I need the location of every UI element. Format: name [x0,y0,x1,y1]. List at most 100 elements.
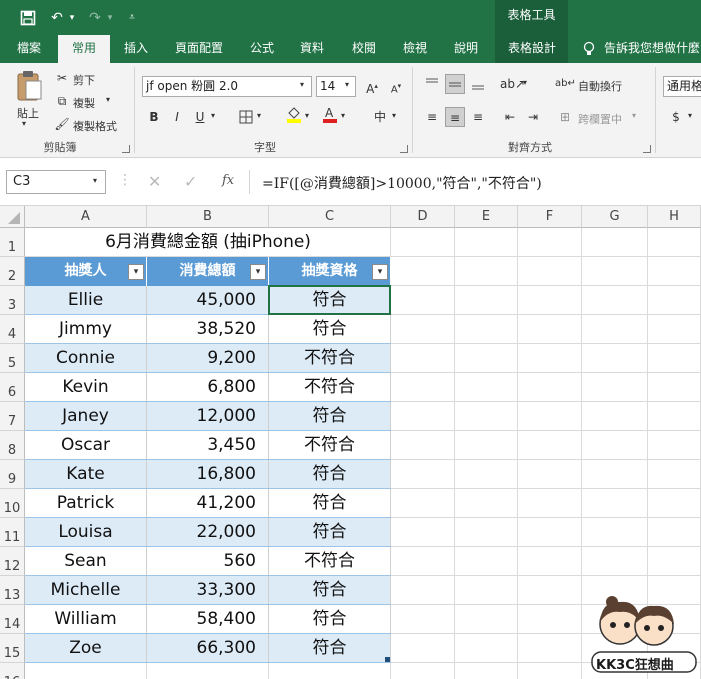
underline-button[interactable]: U [190,107,210,127]
row-header[interactable]: 15 [0,634,25,663]
table-cell-status[interactable]: 符合 [269,402,391,430]
tab-insert[interactable]: 插入 [116,35,156,63]
orientation-dropdown-icon[interactable]: ▾ [523,78,527,87]
table-cell-status[interactable]: 符合 [269,315,391,343]
merge-center-icon[interactable]: ⊞ [555,107,575,127]
tab-help[interactable]: 說明 [446,35,486,63]
row-header[interactable]: 5 [0,344,25,373]
tab-formulas[interactable]: 公式 [242,35,282,63]
redo-icon[interactable]: ↷ [86,8,104,28]
table-cell-name[interactable]: Oscar [25,431,147,459]
increase-indent-icon[interactable]: ⇥ [523,107,543,127]
tell-me-search[interactable]: 告訴我您想做什麼 [604,35,701,63]
table-cell-name[interactable]: Zoe [25,634,147,662]
borders-icon[interactable] [236,107,256,127]
column-header[interactable]: G [582,206,648,228]
row-header[interactable]: 1 [0,228,25,257]
table-cell-amount[interactable]: 12,000 [147,402,269,430]
table-cell-status[interactable]: 符合 [269,576,391,604]
row-header[interactable]: 7 [0,402,25,431]
underline-dropdown-icon[interactable]: ▾ [211,111,215,120]
name-box-dropdown-icon[interactable]: ▾ [93,176,97,185]
table-cell-amount[interactable]: 9,200 [147,344,269,372]
cut-button[interactable]: 剪下 [73,72,95,88]
table-cell-status[interactable]: 不符合 [269,373,391,401]
table-cell-name[interactable]: Louisa [25,518,147,546]
table-cell-amount[interactable]: 3,450 [147,431,269,459]
align-left-icon[interactable]: ≡ [422,107,442,127]
table-cell-amount[interactable]: 38,520 [147,315,269,343]
column-header[interactable]: E [455,206,518,228]
filter-dropdown-icon[interactable]: ▾ [372,264,388,280]
table-cell-amount[interactable]: 66,300 [147,634,269,662]
table-cell-name[interactable]: Sean [25,547,147,575]
table-cell-name[interactable]: Ellie [25,286,147,314]
phonetic-dropdown-icon[interactable]: ▾ [392,111,396,120]
font-size-input[interactable]: 14 [316,76,356,97]
copy-button[interactable]: 複製 [73,95,95,111]
decrease-indent-icon[interactable]: ⇤ [500,107,520,127]
tab-table-design[interactable]: 表格設計 [497,35,567,63]
customize-qat-icon[interactable]: ⩡ [125,8,139,28]
orientation-icon[interactable]: ab↗ [500,74,525,94]
table-cell-status[interactable]: 符合 [269,518,391,546]
row-header[interactable]: 11 [0,518,25,547]
format-painter-button[interactable]: 複製格式 [73,118,117,134]
row-header[interactable]: 2 [0,257,25,286]
table-cell-name[interactable]: Kevin [25,373,147,401]
column-header[interactable]: C [269,206,391,228]
table-cell-status[interactable]: 不符合 [269,344,391,372]
table-cell-amount[interactable]: 58,400 [147,605,269,633]
column-header[interactable]: D [391,206,455,228]
row-header[interactable]: 9 [0,460,25,489]
tab-home[interactable]: 常用 [58,35,110,63]
font-name-dropdown-icon[interactable]: ▾ [300,80,304,89]
copy-icon[interactable]: ⧉ [52,91,72,111]
align-center-icon[interactable]: ≡ [445,107,465,127]
borders-dropdown-icon[interactable]: ▾ [257,111,261,120]
table-cell-name[interactable]: Michelle [25,576,147,604]
select-all-corner[interactable] [0,206,25,228]
name-box[interactable]: C3 [6,170,106,194]
row-header[interactable]: 6 [0,373,25,402]
table-cell-status[interactable]: 不符合 [269,547,391,575]
table-cell-amount[interactable]: 560 [147,547,269,575]
paste-button[interactable]: 貼上 [17,105,39,121]
insert-function-button[interactable]: fx [222,173,234,188]
table-cell-status[interactable]: 符合 [269,489,391,517]
table-cell-name[interactable]: Janey [25,402,147,430]
font-name-input[interactable]: jf open 粉圓 2.0 [142,76,312,97]
table-cell-status[interactable]: 符合 [269,460,391,488]
tab-data[interactable]: 資料 [292,35,332,63]
row-header[interactable]: 3 [0,286,25,315]
merge-center-button[interactable]: 跨欄置中 [578,111,622,127]
currency-dropdown-icon[interactable]: ▾ [688,111,692,120]
table-cell-name[interactable]: Kate [25,460,147,488]
table-cell-amount[interactable]: 22,000 [147,518,269,546]
phonetic-guide-button[interactable]: 中 [370,107,390,127]
row-header[interactable]: 13 [0,576,25,605]
cut-icon[interactable]: ✂ [52,68,72,88]
table-cell-status[interactable]: 不符合 [269,431,391,459]
font-size-dropdown-icon[interactable]: ▾ [345,80,349,89]
tab-review[interactable]: 校閱 [344,35,384,63]
table-cell-status[interactable]: 符合 [269,634,391,662]
table-cell-amount[interactable]: 45,000 [147,286,269,314]
alignment-launcher-icon[interactable] [643,145,651,153]
bold-button[interactable]: B [144,107,164,127]
copy-dropdown-icon[interactable]: ▾ [106,95,110,104]
italic-button[interactable]: I [167,107,187,127]
paste-icon[interactable] [14,69,44,103]
increase-font-icon[interactable]: A▴ [362,76,382,96]
font-color-dropdown-icon[interactable]: ▾ [341,111,345,120]
number-format-select[interactable]: 通用格式 [663,76,701,97]
font-launcher-icon[interactable] [400,145,408,153]
column-header[interactable]: B [147,206,269,228]
sheet-title-cell[interactable]: 6月消費總金額 (抽iPhone) [26,228,390,256]
row-header[interactable]: 4 [0,315,25,344]
align-bottom-icon[interactable] [468,74,488,94]
fill-color-icon[interactable] [284,105,304,125]
table-cell-name[interactable]: Jimmy [25,315,147,343]
currency-button[interactable]: $ [666,107,686,127]
paste-dropdown-icon[interactable]: ▾ [22,119,26,128]
